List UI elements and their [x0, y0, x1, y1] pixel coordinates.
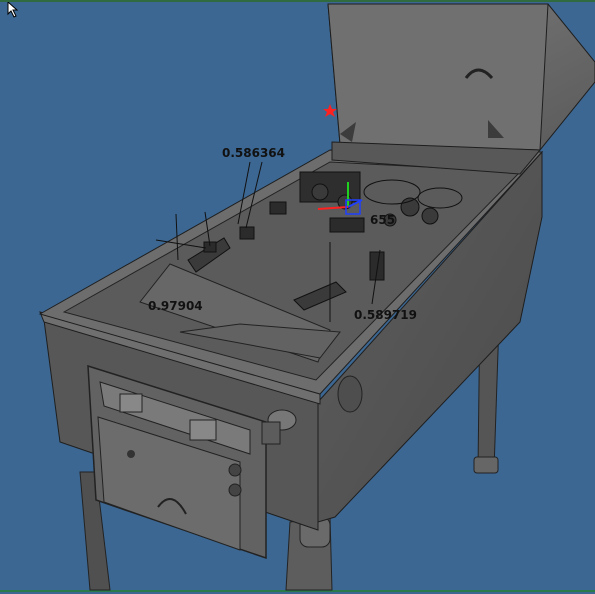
measurement-label-3: 655 [370, 213, 396, 227]
measurement-label-4: 0.589719 [354, 308, 418, 322]
measurement-label-1: 0.586364 [222, 146, 286, 160]
measurement-label-2: 0.97904 [148, 299, 203, 313]
red-star-marker-icon[interactable] [323, 104, 337, 117]
pinball-cabinet-model[interactable] [0, 2, 595, 594]
backbox-head [327, 3, 595, 175]
cursor-arrow-icon [7, 2, 19, 18]
3d-viewport[interactable]: 0.586364 0.97904 655 0.589719 [0, 0, 595, 592]
